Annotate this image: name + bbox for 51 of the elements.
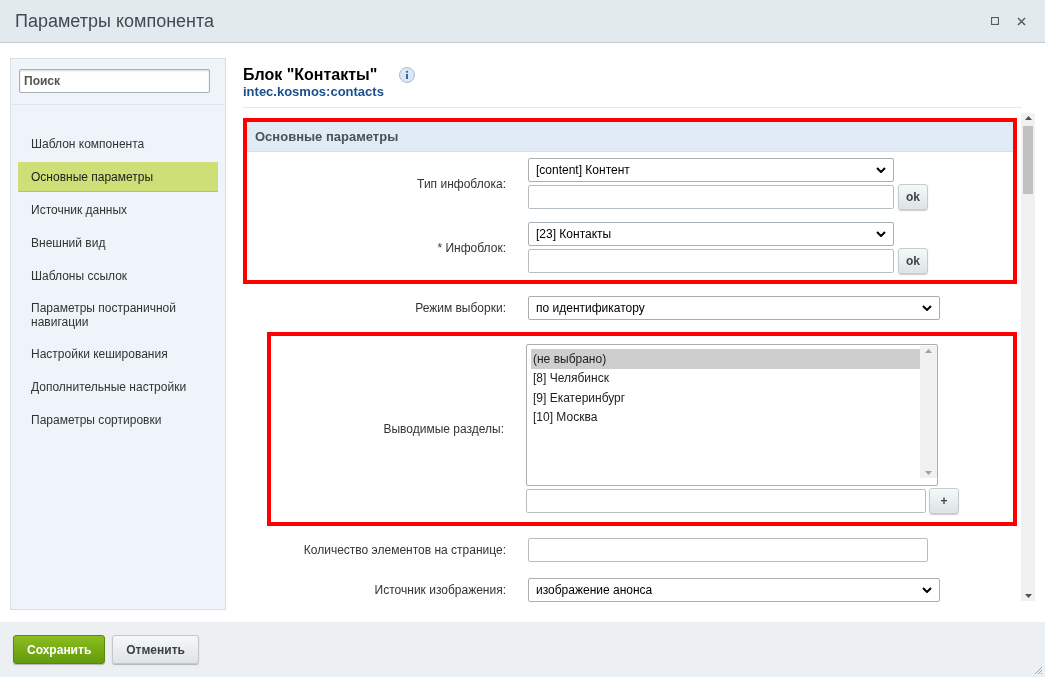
dropdown[interactable]: изображение анонса — [528, 578, 940, 602]
sidebar-item[interactable]: Шаблон компонента — [18, 129, 218, 159]
maximize-icon — [991, 17, 999, 25]
field-label: Тип инфоблока: — [417, 176, 506, 193]
sidebar-item[interactable]: Источник данных — [18, 195, 218, 225]
sidebar-item[interactable]: Параметры сортировки — [18, 405, 218, 435]
sidebar-item[interactable]: Шаблоны ссылок — [18, 261, 218, 291]
dropdown[interactable]: [23] Контакты — [528, 222, 894, 246]
chevron-down-icon — [876, 167, 886, 173]
sidebar-item[interactable]: Внешний вид — [18, 228, 218, 258]
resize-grip-icon[interactable] — [1033, 665, 1043, 675]
close-icon — [1016, 16, 1026, 26]
list-box[interactable]: (не выбрано) [8] Челябинск [9] Екатеринбург [10] Москва — [526, 344, 938, 486]
scrollbar-thumb[interactable] — [1023, 126, 1033, 194]
search-field[interactable]: Поиск — [19, 69, 210, 93]
maximize-button[interactable] — [989, 15, 1001, 27]
input-field[interactable] — [528, 538, 928, 562]
input-field[interactable] — [528, 185, 894, 209]
dropdown[interactable]: по идентификатору — [528, 296, 940, 320]
scroll-down-icon[interactable] — [1024, 594, 1032, 598]
cancel-button[interactable]: Отменить — [112, 635, 199, 664]
list-option[interactable]: [9] Екатеринбург — [531, 388, 920, 408]
section-heading: Основные параметры — [247, 122, 1013, 152]
list-option[interactable]: [8] Челябинск — [531, 368, 920, 388]
chevron-down-icon — [922, 587, 932, 593]
sidebar-item[interactable]: Основные параметры — [18, 162, 218, 192]
dropdown[interactable]: [content] Контент — [528, 158, 894, 182]
list-option[interactable]: [10] Москва — [531, 407, 920, 427]
sidebar-item[interactable]: Настройки кеширования — [18, 339, 218, 369]
sidebar-item[interactable]: Параметры постраничной навигации — [18, 294, 218, 336]
scroll-up-icon[interactable] — [1024, 116, 1032, 120]
chevron-down-icon — [876, 231, 886, 237]
info-icon[interactable] — [398, 67, 415, 83]
input-field[interactable] — [526, 489, 926, 513]
input-field[interactable] — [528, 249, 894, 273]
field-label: Выводимые разделы: — [383, 421, 504, 438]
field-label: Источник изображения: — [374, 582, 506, 599]
close-button[interactable] — [1015, 15, 1027, 27]
search-button[interactable]: ok — [898, 248, 928, 274]
field-label: Количество элементов на странице: — [303, 542, 506, 559]
field-label: * Инфоблок: — [437, 240, 506, 257]
scrollbar[interactable] — [1021, 113, 1035, 601]
component-title: Блок "Контакты" — [243, 65, 379, 84]
add-button[interactable]: + — [929, 488, 959, 514]
list-option[interactable]: (не выбрано) — [531, 349, 920, 369]
field-label: Режим выборки: — [415, 300, 506, 317]
sidebar-item[interactable]: Дополнительные настройки — [18, 372, 218, 402]
component-code: intec.kosmos:contacts — [243, 84, 384, 100]
window-title: Параметры компонента — [15, 9, 215, 33]
search-button[interactable]: ok — [898, 184, 928, 210]
chevron-down-icon — [922, 305, 932, 311]
